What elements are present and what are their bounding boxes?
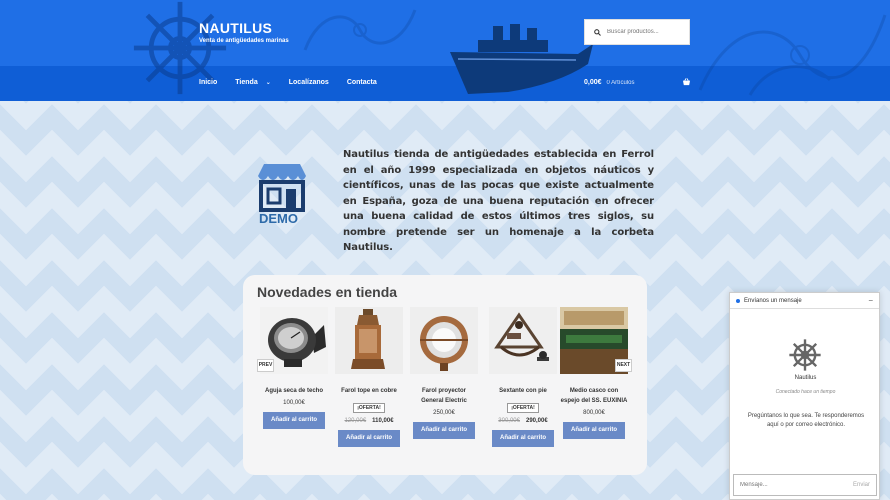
nav-item-localizanos[interactable]: Localízanos <box>289 79 329 86</box>
decorative-swirl-icon <box>303 9 417 51</box>
ship-wheel-icon <box>789 339 821 371</box>
product-name[interactable]: Medio casco con espejo del SS. EUXINIA <box>560 386 628 406</box>
product-price: 300,00€ 290,00€ <box>498 418 548 424</box>
chat-welcome-message: Pregúntanos lo que sea. Te responderemos… <box>747 413 865 428</box>
add-to-cart-button[interactable]: Añadir al carrito <box>492 430 554 447</box>
product-price: 250,00€ <box>433 410 455 416</box>
product-card: Farol proyector General Electric 250,00€… <box>410 307 478 439</box>
search-box[interactable] <box>584 19 690 45</box>
cart-count: 0 Artículos <box>606 80 635 86</box>
product-name[interactable]: Farol tope en cobre <box>335 386 403 396</box>
chat-header[interactable]: Envíanos un mensaje − <box>730 293 879 309</box>
chat-agent-name: Nautilus <box>794 375 817 381</box>
section-title: Novedades en tienda <box>257 284 398 300</box>
carousel-next-button[interactable]: NEXT <box>615 359 632 372</box>
search-input[interactable] <box>607 29 687 35</box>
product-image[interactable] <box>489 307 557 374</box>
search-icon <box>594 28 601 36</box>
decorative-swirl-icon <box>698 14 887 96</box>
minimize-icon[interactable]: − <box>868 296 873 305</box>
chat-message-input[interactable] <box>740 482 850 488</box>
chat-input-box[interactable]: Enviar <box>733 474 877 496</box>
cart-total: 0,00€ <box>584 79 602 86</box>
chat-widget: Envíanos un mensaje − Nautilus Conectado… <box>729 292 880 500</box>
main-nav: Inicio Tienda ⌄ Localízanos Contacta <box>199 79 395 86</box>
carousel-prev-button[interactable]: PREV <box>257 359 274 372</box>
product-image[interactable] <box>335 307 403 374</box>
new-products-panel: Novedades en tienda Aguja seca de techo … <box>243 275 647 475</box>
product-name[interactable]: Farol proyector General Electric <box>410 386 478 406</box>
add-to-cart-button[interactable]: Añadir al carrito <box>413 422 475 439</box>
sale-badge: ¡OFERTA! <box>507 403 539 413</box>
site-title[interactable]: NAUTILUS <box>199 20 272 36</box>
product-price: 800,00€ <box>583 410 605 416</box>
site-header: NAUTILUS Venta de antigüedades marinas I… <box>0 0 890 101</box>
send-button[interactable]: Enviar <box>853 482 870 488</box>
nav-item-contacta[interactable]: Contacta <box>347 79 377 86</box>
intro-text: Nautilus tienda de antigüedades establec… <box>343 149 654 253</box>
product-card: Medio casco con espejo del SS. EUXINIA 8… <box>560 307 628 439</box>
add-to-cart-button[interactable]: Añadir al carrito <box>563 422 625 439</box>
add-to-cart-button[interactable]: Añadir al carrito <box>263 412 325 429</box>
basket-icon[interactable] <box>682 78 691 86</box>
product-price: 120,00€ 110,00€ <box>344 418 394 424</box>
online-status-dot <box>736 298 740 303</box>
demo-logo-text: DEMO <box>259 211 298 226</box>
product-card: Sextante con pie ¡OFERTA! 300,00€ 290,00€… <box>489 307 557 447</box>
sale-badge: ¡OFERTA! <box>353 403 385 413</box>
product-name[interactable]: Aguja seca de techo <box>260 386 328 396</box>
cart-summary[interactable]: 0,00€ 0 Artículos <box>584 79 635 86</box>
nav-item-inicio[interactable]: Inicio <box>199 79 217 86</box>
chevron-down-icon: ⌄ <box>265 80 271 86</box>
site-description: Venta de antigüedades marinas <box>199 38 289 44</box>
product-card: Farol tope en cobre ¡OFERTA! 120,00€ 110,… <box>335 307 403 447</box>
product-price: 100,00€ <box>283 400 305 406</box>
ship-icon <box>450 24 593 94</box>
add-to-cart-button[interactable]: Añadir al carrito <box>338 430 400 447</box>
product-name[interactable]: Sextante con pie <box>489 386 557 396</box>
product-image[interactable] <box>410 307 478 374</box>
nav-item-tienda[interactable]: Tienda ⌄ <box>235 79 270 86</box>
chat-status: Conectado hace un tiempo <box>775 389 836 395</box>
